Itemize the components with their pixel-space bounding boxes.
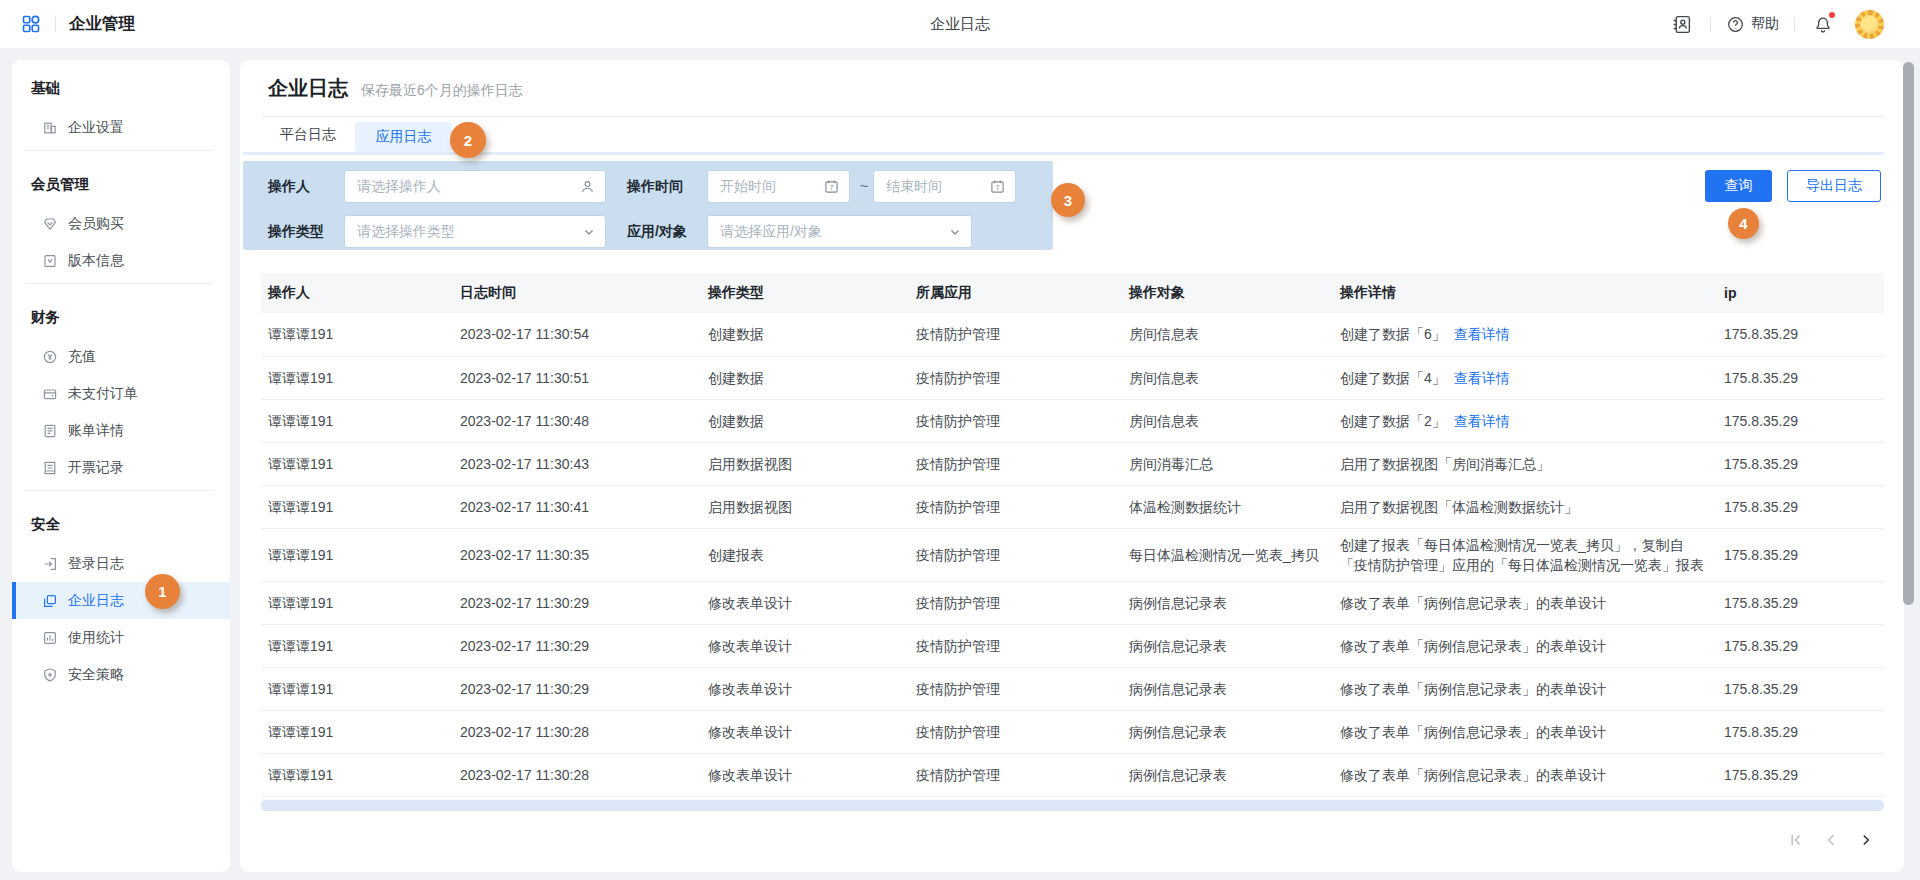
table-row: 谭谭谭1912023-02-17 11:30:28修改表单设计疫情防护管理病例信… <box>261 710 1884 753</box>
shield-icon <box>42 667 58 683</box>
type-label: 操作类型 <box>268 215 324 248</box>
page-title: 企业日志 <box>268 75 348 102</box>
tabs-underline <box>243 152 1884 155</box>
column-header: 操作对象 <box>1122 273 1333 313</box>
version-icon <box>42 253 58 269</box>
divider <box>261 116 1884 117</box>
sidebar-item-shield[interactable]: 安全策略 <box>12 656 230 693</box>
table-row: 谭谭谭1912023-02-17 11:30:43启用数据视图疫情防护管理房间消… <box>261 442 1884 485</box>
sidebar-item-wallet[interactable]: 未支付订单 <box>12 375 230 412</box>
page-subtitle: 保存最近6个月的操作日志 <box>361 82 523 100</box>
gem-icon <box>42 216 58 232</box>
sidebar-section-title: 基础 <box>12 78 230 98</box>
column-header: 操作详情 <box>1333 273 1717 313</box>
table-row: 谭谭谭1912023-02-17 11:30:28修改表单设计疫情防护管理病例信… <box>261 753 1884 796</box>
sidebar-section-title: 安全 <box>12 514 230 534</box>
divider <box>25 490 212 491</box>
help-button[interactable]: 帮助 <box>1726 15 1779 34</box>
range-separator: ~ <box>857 170 871 203</box>
table-row: 谭谭谭1912023-02-17 11:30:54创建数据疫情防护管理房间信息表… <box>261 313 1884 356</box>
end-time-input[interactable]: 结束时间 7 <box>873 170 1016 203</box>
column-header: ip <box>1717 273 1884 313</box>
app-title: 企业管理 <box>69 13 135 35</box>
vertical-scrollbar[interactable] <box>1903 62 1914 605</box>
next-page-icon[interactable] <box>1858 832 1874 848</box>
table-row: 谭谭谭1912023-02-17 11:30:29修改表单设计疫情防护管理病例信… <box>261 624 1884 667</box>
main-card: 企业日志 保存最近6个月的操作日志 平台日志 应用日志 操作人 请选择操作人 操… <box>240 60 1904 872</box>
enterprise-log-icon <box>42 593 58 609</box>
annotation-badge-3: 3 <box>1051 183 1085 217</box>
table-row: 谭谭谭1912023-02-17 11:30:29修改表单设计疫情防护管理病例信… <box>261 581 1884 624</box>
app-object-label: 应用/对象 <box>627 215 687 248</box>
calendar-icon: 7 <box>824 179 839 194</box>
sidebar-section-title: 财务 <box>12 307 230 327</box>
column-header: 日志时间 <box>453 273 701 313</box>
user-avatar[interactable] <box>1855 10 1884 39</box>
table-row: 谭谭谭1912023-02-17 11:30:41启用数据视图疫情防护管理体温检… <box>261 485 1884 528</box>
tab-platform-log[interactable]: 平台日志 <box>280 117 336 152</box>
tab-app-log[interactable]: 应用日志 <box>355 122 452 152</box>
horizontal-scrollbar[interactable] <box>261 800 1884 811</box>
view-detail-link[interactable]: 查看详情 <box>1454 370 1510 386</box>
annotation-badge-4: 4 <box>1728 208 1759 239</box>
sidebar-section-title: 会员管理 <box>12 174 230 194</box>
sidebar-item-enterprise-log[interactable]: 企业日志 <box>12 582 230 619</box>
annotation-badge-1: 1 <box>145 574 180 609</box>
start-time-input[interactable]: 开始时间 7 <box>707 170 850 203</box>
bill-icon <box>42 423 58 439</box>
type-select[interactable]: 请选择操作类型 <box>344 215 606 248</box>
calendar-icon: 7 <box>990 179 1005 194</box>
login-log-icon <box>42 556 58 572</box>
divider <box>25 283 212 284</box>
pagination <box>1788 832 1874 848</box>
table-row: 谭谭谭1912023-02-17 11:30:29修改表单设计疫情防护管理病例信… <box>261 667 1884 710</box>
search-button[interactable]: 查询 <box>1705 170 1772 202</box>
page-title-center: 企业日志 <box>930 15 990 34</box>
top-bar: 企业管理 企业日志 帮助 <box>0 0 1920 48</box>
sidebar-item-gem[interactable]: 会员购买 <box>12 205 230 242</box>
sidebar-item-invoice[interactable]: 开票记录 <box>12 449 230 486</box>
divider <box>55 17 56 32</box>
sidebar-item-bill[interactable]: 账单详情 <box>12 412 230 449</box>
column-header: 所属应用 <box>909 273 1122 313</box>
stats-icon <box>42 630 58 646</box>
invoice-icon <box>42 460 58 476</box>
building-icon <box>42 120 58 136</box>
filter-panel: 操作人 请选择操作人 操作时间 开始时间 7 ~ 结束时间 7 操作类型 请选择… <box>243 161 1053 250</box>
operator-label: 操作人 <box>268 170 310 203</box>
table-row: 谭谭谭1912023-02-17 11:30:48创建数据疫情防护管理房间信息表… <box>261 399 1884 442</box>
sidebar: 基础企业设置会员管理会员购买版本信息财务充值未支付订单账单详情开票记录安全登录日… <box>12 60 230 872</box>
column-header: 操作类型 <box>701 273 909 313</box>
log-table: 操作人日志时间操作类型所属应用操作对象操作详情ip 谭谭谭1912023-02-… <box>261 273 1884 797</box>
svg-text:7: 7 <box>996 184 1000 191</box>
table-row: 谭谭谭1912023-02-17 11:30:51创建数据疫情防护管理房间信息表… <box>261 356 1884 399</box>
wallet-icon <box>42 386 58 402</box>
view-detail-link[interactable]: 查看详情 <box>1454 413 1510 429</box>
chevron-down-icon <box>949 226 961 238</box>
annotation-badge-2: 2 <box>450 122 486 158</box>
sidebar-item-version[interactable]: 版本信息 <box>12 242 230 279</box>
divider <box>25 150 212 151</box>
notification-bell-icon[interactable] <box>1813 14 1833 34</box>
export-log-button[interactable]: 导出日志 <box>1787 170 1881 202</box>
column-header: 操作人 <box>261 273 453 313</box>
time-label: 操作时间 <box>627 170 683 203</box>
svg-text:7: 7 <box>830 184 834 191</box>
address-book-icon[interactable] <box>1671 14 1692 35</box>
sidebar-item-recharge[interactable]: 充值 <box>12 338 230 375</box>
table-row: 谭谭谭1912023-02-17 11:30:35创建报表疫情防护管理每日体温检… <box>261 528 1884 581</box>
recharge-icon <box>42 349 58 365</box>
prev-page-icon[interactable] <box>1823 832 1839 848</box>
apps-grid-icon[interactable] <box>21 14 41 34</box>
first-page-icon[interactable] <box>1788 832 1804 848</box>
chevron-down-icon <box>583 226 595 238</box>
app-object-select[interactable]: 请选择应用/对象 <box>707 215 972 248</box>
sidebar-item-login-log[interactable]: 登录日志 <box>12 545 230 582</box>
person-icon <box>580 179 595 194</box>
operator-input[interactable]: 请选择操作人 <box>344 170 606 203</box>
sidebar-item-stats[interactable]: 使用统计 <box>12 619 230 656</box>
sidebar-item-building[interactable]: 企业设置 <box>12 109 230 146</box>
view-detail-link[interactable]: 查看详情 <box>1454 326 1510 342</box>
